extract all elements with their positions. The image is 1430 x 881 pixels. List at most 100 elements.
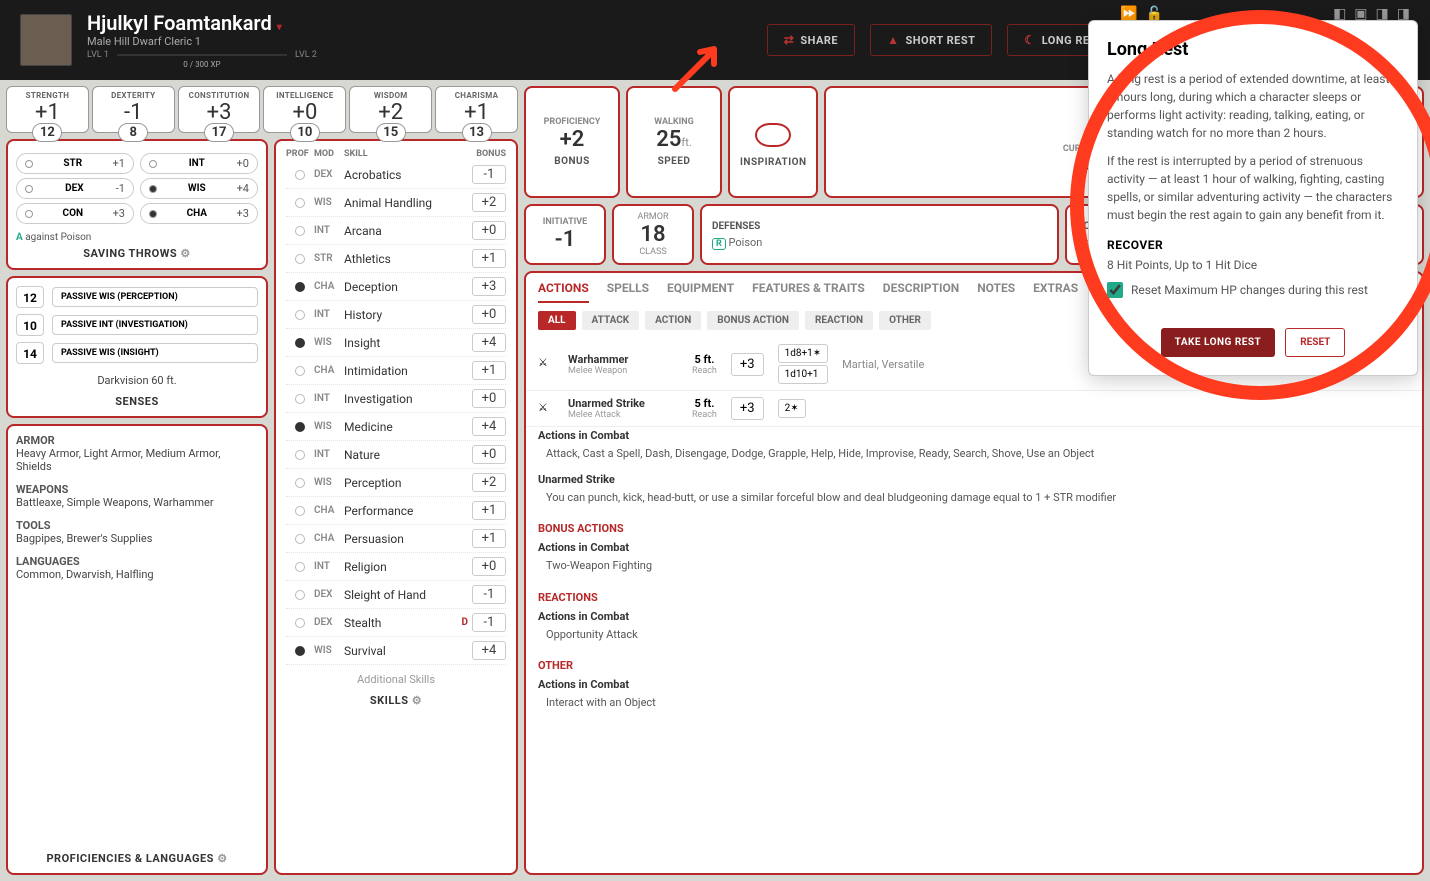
skill-survival[interactable]: WISSurvival+4 [286, 637, 506, 665]
attack-damage-versatile[interactable]: 1d10+1 [778, 365, 829, 384]
ability-strength[interactable]: STRENGTH+112 [6, 86, 89, 133]
tab-description[interactable]: DESCRIPTION [883, 281, 959, 303]
character-avatar[interactable] [20, 14, 72, 66]
ability-intelligence[interactable]: INTELLIGENCE+010 [263, 86, 346, 133]
gear-icon[interactable]: ⚙ [180, 247, 190, 260]
skill-insight[interactable]: WISInsight+4 [286, 329, 506, 357]
skill-persuasion[interactable]: CHAPersuasion+1 [286, 525, 506, 553]
subtab-action[interactable]: ACTION [645, 311, 701, 330]
skill-arcana[interactable]: INTArcana+0 [286, 217, 506, 245]
skill-acrobatics[interactable]: DEXAcrobatics-1 [286, 161, 506, 189]
tab-actions[interactable]: ACTIONS [538, 281, 589, 303]
proficiency-box[interactable]: PROFICIENCY +2 BONUS [524, 86, 620, 198]
tab-notes[interactable]: NOTES [977, 281, 1015, 303]
skill-bonus[interactable]: +4 [472, 417, 506, 436]
gear-icon[interactable]: ⚙ [217, 852, 227, 865]
skill-intimidation[interactable]: CHAIntimidation+1 [286, 357, 506, 385]
skill-investigation[interactable]: INTInvestigation+0 [286, 385, 506, 413]
skill-deception[interactable]: CHADeception+3 [286, 273, 506, 301]
recover-heading: RECOVER [1107, 238, 1399, 252]
skill-history[interactable]: INTHistory+0 [286, 301, 506, 329]
inspiration-box[interactable]: INSPIRATION [728, 86, 818, 198]
skill-bonus[interactable]: +0 [472, 305, 506, 324]
section-body: Interact with an Object [526, 693, 1422, 720]
weapon-icon: ⚔ [538, 356, 554, 372]
passive-label: PASSIVE INT (INVESTIGATION) [52, 315, 258, 335]
tab-features---traits[interactable]: FEATURES & TRAITS [752, 281, 865, 303]
save-dex[interactable]: DEX-1 [16, 178, 134, 199]
chevron-down-icon[interactable]: ▾ [277, 22, 282, 33]
skill-bonus[interactable]: +0 [472, 445, 506, 464]
skill-perception[interactable]: WISPerception+2 [286, 469, 506, 497]
prof-dot [295, 394, 305, 404]
section-sub: Actions in Combat [526, 539, 1422, 556]
skill-bonus[interactable]: -1 [472, 613, 506, 632]
skill-religion[interactable]: INTReligion+0 [286, 553, 506, 581]
tab-equipment[interactable]: EQUIPMENT [667, 281, 734, 303]
skill-athletics[interactable]: STRAthletics+1 [286, 245, 506, 273]
skill-performance[interactable]: CHAPerformance+1 [286, 497, 506, 525]
reset-hp-check-input[interactable] [1107, 282, 1123, 298]
tab-extras[interactable]: EXTRAS [1033, 281, 1078, 303]
take-long-rest-button[interactable]: TAKE LONG REST [1161, 328, 1276, 357]
ability-dexterity[interactable]: DEXTERITY-18 [92, 86, 175, 133]
prof-dot [295, 310, 305, 320]
passive-row: 10PASSIVE INT (INVESTIGATION) [16, 314, 258, 336]
ability-constitution[interactable]: CONSTITUTION+317 [178, 86, 261, 133]
skill-bonus[interactable]: +4 [472, 641, 506, 660]
advantage-icon: A [16, 232, 23, 243]
skill-bonus[interactable]: +1 [472, 529, 506, 548]
attack-bonus[interactable]: +3 [731, 353, 764, 376]
character-name[interactable]: Hjulkyl Foamtankard ▾ [87, 11, 317, 35]
subtab-bonus-action[interactable]: BONUS ACTION [707, 311, 799, 330]
skill-animal-handling[interactable]: WISAnimal Handling+2 [286, 189, 506, 217]
skill-bonus[interactable]: +3 [472, 277, 506, 296]
ability-charisma[interactable]: CHARISMA+113 [435, 86, 518, 133]
character-info: Hjulkyl Foamtankard ▾ Male Hill Dwarf Cl… [87, 11, 317, 69]
skill-stealth[interactable]: DEXStealthD-1 [286, 609, 506, 637]
skill-bonus[interactable]: +1 [472, 361, 506, 380]
attack-bonus[interactable]: +3 [731, 397, 764, 420]
share-button[interactable]: ⇄SHARE [767, 24, 855, 56]
prof-dot [295, 422, 305, 432]
skill-bonus[interactable]: +1 [472, 501, 506, 520]
save-str[interactable]: STR+1 [16, 153, 134, 174]
subtab-attack[interactable]: ATTACK [582, 311, 640, 330]
subtab-all[interactable]: ALL [538, 311, 576, 330]
reset-hp-checkbox[interactable]: Reset Maximum HP changes during this res… [1107, 282, 1399, 298]
skill-bonus[interactable]: -1 [472, 585, 506, 604]
saving-throws-title: SAVING THROWS ⚙ [16, 247, 258, 260]
subtab-reaction[interactable]: REACTION [805, 311, 873, 330]
attack-damage[interactable]: 1d8+1✶ [778, 344, 829, 363]
skill-bonus[interactable]: +2 [472, 473, 506, 492]
save-con[interactable]: CON+3 [16, 203, 134, 224]
tab-spells[interactable]: SPELLS [607, 281, 649, 303]
initiative-box[interactable]: INITIATIVE -1 [524, 204, 606, 265]
skill-bonus[interactable]: +4 [472, 333, 506, 352]
ability-wisdom[interactable]: WISDOM+215 [349, 86, 432, 133]
prof-dot [295, 562, 305, 572]
short-rest-button[interactable]: ▲SHORT REST [870, 24, 992, 56]
save-cha[interactable]: CHA+3 [140, 203, 258, 224]
sidebar-paragraph: If the rest is interrupted by a period o… [1107, 152, 1399, 224]
skill-sleight-of-hand[interactable]: DEXSleight of Hand-1 [286, 581, 506, 609]
skill-bonus[interactable]: +0 [472, 557, 506, 576]
speed-box[interactable]: WALKING 25ft. SPEED [626, 86, 722, 198]
skill-bonus[interactable]: +2 [472, 193, 506, 212]
skill-bonus[interactable]: +0 [472, 389, 506, 408]
reset-button[interactable]: RESET [1285, 328, 1345, 357]
defenses-box[interactable]: DEFENSES R Poison [700, 204, 1059, 265]
additional-skills-link[interactable]: Additional Skills [286, 665, 506, 694]
attack-damage[interactable]: 2✶ [778, 399, 806, 418]
subtab-other[interactable]: OTHER [879, 311, 931, 330]
gear-icon[interactable]: ⚙ [412, 694, 422, 707]
skill-medicine[interactable]: WISMedicine+4 [286, 413, 506, 441]
save-wis[interactable]: WIS+4 [140, 178, 258, 199]
skill-nature[interactable]: INTNature+0 [286, 441, 506, 469]
skill-bonus[interactable]: +1 [472, 249, 506, 268]
recover-body: 8 Hit Points, Up to 1 Hit Dice [1107, 258, 1399, 272]
save-int[interactable]: INT+0 [140, 153, 258, 174]
armor-class-box[interactable]: ARMOR 18 CLASS [612, 204, 694, 265]
skill-bonus[interactable]: +0 [472, 221, 506, 240]
skill-bonus[interactable]: -1 [472, 165, 506, 184]
